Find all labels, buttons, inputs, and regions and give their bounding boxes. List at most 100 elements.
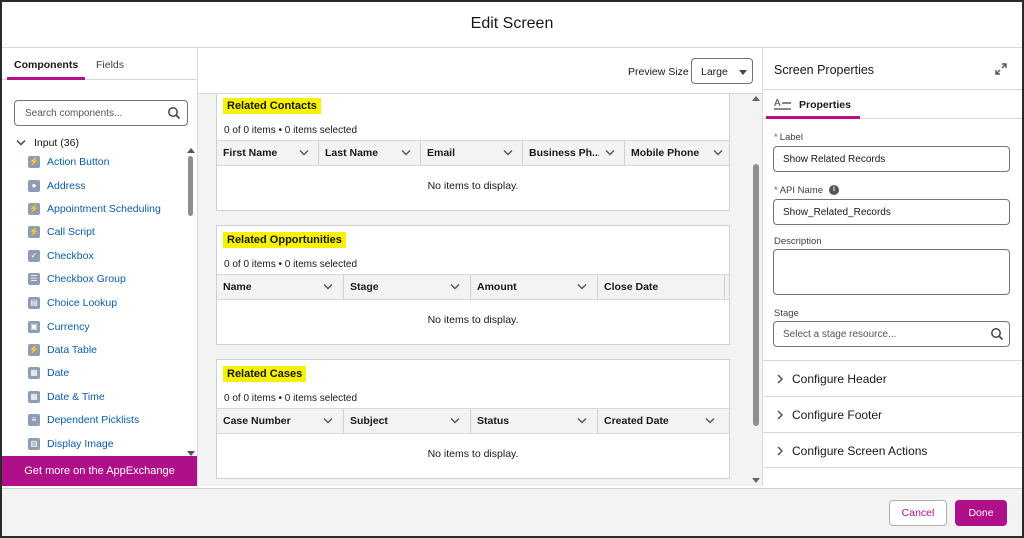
- expand-icon[interactable]: [994, 62, 1008, 76]
- description-textarea[interactable]: [773, 249, 1010, 295]
- preview-size-select[interactable]: Large: [691, 58, 753, 84]
- label-input[interactable]: Show Related Records: [773, 146, 1010, 172]
- chevron-down-icon[interactable]: [577, 283, 587, 291]
- column-header[interactable]: Stage: [344, 275, 471, 299]
- info-icon[interactable]: i: [829, 185, 839, 196]
- column-header[interactable]: Created Date: [598, 409, 729, 433]
- location-icon: ●: [28, 180, 40, 192]
- scroll-up-icon[interactable]: [187, 148, 195, 153]
- component-item[interactable]: ● Address: [28, 177, 178, 197]
- chevron-down-icon[interactable]: [705, 417, 715, 425]
- column-label: Last Name: [325, 147, 379, 159]
- chevron-down-icon[interactable]: [713, 149, 723, 157]
- chevron-down-icon[interactable]: [323, 283, 333, 291]
- scrollbar-thumb[interactable]: [188, 156, 193, 216]
- column-label: Status: [477, 415, 510, 427]
- component-list-scrollbar[interactable]: [186, 148, 195, 456]
- required-marker: *: [774, 185, 778, 196]
- column-header[interactable]: Business Ph...: [523, 141, 625, 165]
- chevron-down-icon[interactable]: [299, 149, 309, 157]
- column-header[interactable]: Amount: [471, 275, 598, 299]
- component-item[interactable]: ⚡ Action Button: [28, 153, 178, 173]
- datetime-icon: ▦: [28, 391, 40, 403]
- api-name-input[interactable]: Show_Related_Records: [773, 199, 1010, 225]
- chevron-down-icon[interactable]: [16, 139, 26, 147]
- chevron-down-icon[interactable]: [605, 149, 615, 157]
- column-header[interactable]: Email: [421, 141, 523, 165]
- column-header[interactable]: Case Number: [217, 409, 344, 433]
- column-header[interactable]: Close Date: [598, 275, 725, 299]
- chevron-right-icon: [777, 374, 784, 384]
- column-header[interactable]: Last Name: [319, 141, 421, 165]
- component-item[interactable]: ⚡ Appointment Scheduling: [28, 200, 178, 220]
- stage-input[interactable]: Select a stage resource...: [773, 321, 1010, 347]
- canvas-scrollbar[interactable]: [750, 94, 760, 486]
- bolt-icon: ⚡: [28, 226, 40, 238]
- component-item[interactable]: ⚡ Call Script: [28, 223, 178, 243]
- component-item[interactable]: ✓ Checkbox: [28, 247, 178, 267]
- tab-components[interactable]: Components: [14, 59, 78, 71]
- column-label: Mobile Phone: [631, 147, 700, 159]
- column-header[interactable]: Name: [217, 275, 344, 299]
- column-header[interactable]: Mobile Phone: [625, 141, 729, 165]
- checkbox-icon: ✓: [28, 250, 40, 262]
- scrollbar-thumb[interactable]: [753, 164, 759, 426]
- edit-screen-modal: Edit Screen Components Fields Search com…: [0, 0, 1024, 538]
- group-input-label[interactable]: Input (36): [34, 137, 79, 149]
- done-button[interactable]: Done: [955, 500, 1007, 526]
- component-item[interactable]: ▨ Display Image: [28, 435, 178, 455]
- column-header[interactable]: Status: [471, 409, 598, 433]
- caret-down-icon: [739, 70, 747, 75]
- scroll-down-icon[interactable]: [752, 478, 760, 483]
- component-label: Dependent Picklists: [47, 414, 140, 426]
- column-label: Amount: [477, 281, 517, 293]
- tab-fields[interactable]: Fields: [96, 59, 124, 71]
- chevron-down-icon[interactable]: [450, 417, 460, 425]
- cancel-button[interactable]: Cancel: [889, 500, 947, 526]
- chevron-down-icon[interactable]: [323, 417, 333, 425]
- component-item[interactable]: ▦ Date & Time: [28, 388, 178, 408]
- tab-properties[interactable]: Properties: [799, 99, 851, 111]
- empty-message: No items to display.: [427, 180, 519, 192]
- description-label: Description: [774, 236, 822, 247]
- component-label: Choice Lookup: [47, 297, 118, 309]
- lookup-icon: ▤: [28, 297, 40, 309]
- related-contacts-table[interactable]: Related Contacts 0 of 0 items • 0 items …: [216, 94, 730, 211]
- search-components-input[interactable]: Search components...: [14, 100, 188, 126]
- component-item[interactable]: ⚡ Data Table: [28, 341, 178, 361]
- component-list: ⚡ Action Button ● Address ⚡ Appointment …: [2, 153, 184, 455]
- canvas-toolbar: Preview Size Large: [198, 48, 762, 94]
- related-opportunities-table[interactable]: Related Opportunities 0 of 0 items • 0 i…: [216, 225, 730, 345]
- configure-header-section[interactable]: Configure Header: [763, 360, 1022, 396]
- chevron-right-icon: [777, 410, 784, 420]
- column-label: Business Ph...: [529, 147, 599, 159]
- search-icon: [168, 107, 181, 120]
- scroll-up-icon[interactable]: [752, 96, 760, 101]
- component-label: Currency: [47, 321, 90, 333]
- chevron-down-icon[interactable]: [577, 417, 587, 425]
- column-label: Case Number: [223, 415, 291, 427]
- component-item[interactable]: ▤ Choice Lookup: [28, 294, 178, 314]
- stage-placeholder: Select a stage resource...: [783, 329, 897, 340]
- related-cases-table[interactable]: Related Cases 0 of 0 items • 0 items sel…: [216, 359, 730, 479]
- column-label: Created Date: [604, 415, 669, 427]
- column-header[interactable]: Subject: [344, 409, 471, 433]
- column-label: Email: [427, 147, 456, 159]
- configure-screen-actions-section[interactable]: Configure Screen Actions: [763, 432, 1022, 468]
- appexchange-button[interactable]: Get more on the AppExchange: [2, 456, 197, 486]
- chevron-down-icon[interactable]: [401, 149, 411, 157]
- chevron-down-icon[interactable]: [503, 149, 513, 157]
- component-item[interactable]: ≡ Dependent Picklists: [28, 411, 178, 431]
- component-item[interactable]: ▦ Date: [28, 364, 178, 384]
- component-item[interactable]: ▣ Currency: [28, 318, 178, 338]
- card-title: Related Contacts: [223, 98, 321, 114]
- component-item[interactable]: ☰ Checkbox Group: [28, 270, 178, 290]
- column-label: First Name: [223, 147, 278, 159]
- column-header[interactable]: First Name: [217, 141, 319, 165]
- chevron-down-icon[interactable]: [450, 283, 460, 291]
- panel-title: Screen Properties: [774, 63, 875, 77]
- component-label: Call Script: [47, 226, 95, 238]
- component-label: Appointment Scheduling: [47, 203, 161, 215]
- component-label: Address: [47, 180, 86, 192]
- configure-footer-section[interactable]: Configure Footer: [763, 396, 1022, 432]
